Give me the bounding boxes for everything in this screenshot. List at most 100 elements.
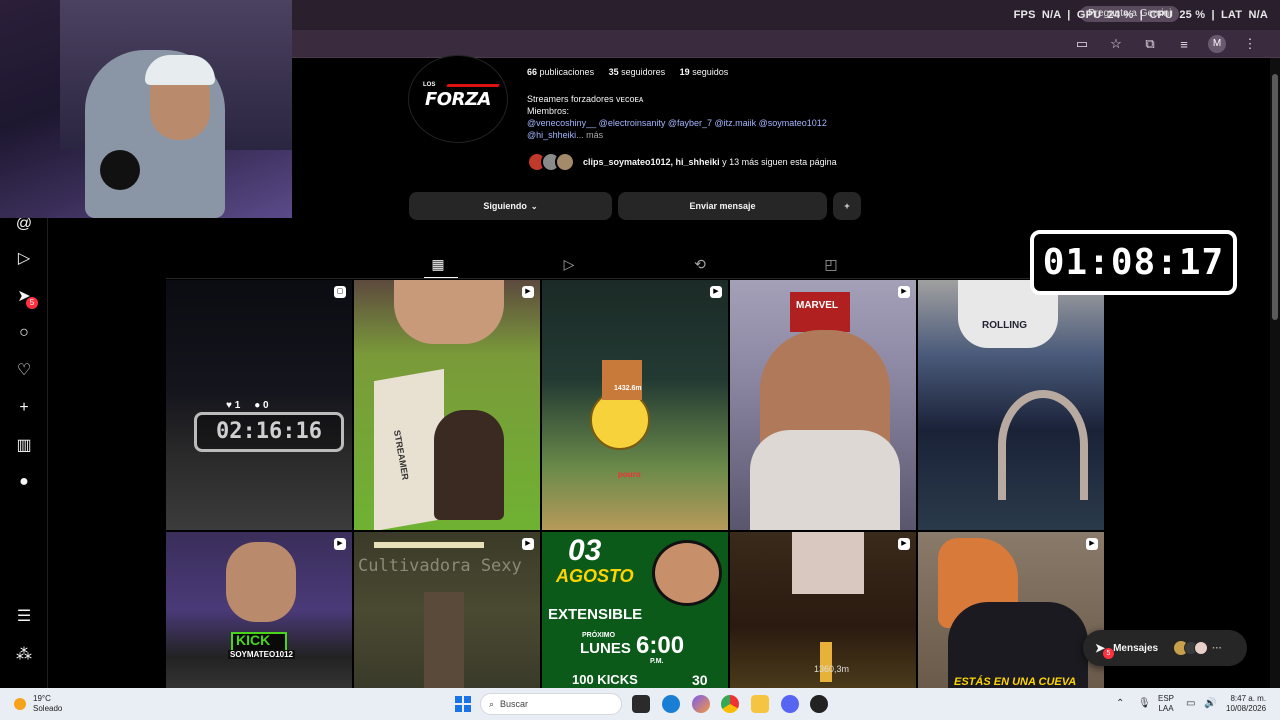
messages-badge: 5 — [26, 297, 38, 309]
post-label: ROLLING — [982, 320, 1027, 331]
tab-reels-icon[interactable]: ▷ — [559, 254, 579, 274]
windows-start-icon[interactable] — [455, 696, 471, 712]
reels-icon[interactable]: ▷ — [12, 246, 36, 270]
extensions-icon[interactable]: ⧉ — [1140, 34, 1160, 54]
menu-kebab-icon[interactable]: ⋮ — [1240, 34, 1260, 54]
posts-stat: 66 publicaciones — [527, 67, 595, 77]
edge-browser-icon[interactable] — [662, 695, 680, 713]
followed-by-names: clips_soymateo1012, hi_shheiki — [583, 157, 720, 167]
post-label-bottom: SOYMATEO1012 — [228, 650, 295, 659]
bio-more-link[interactable]: ... más — [576, 130, 603, 140]
create-plus-icon[interactable]: + — [12, 396, 36, 420]
reel-icon: ▶ — [1086, 538, 1098, 550]
task-view-icon[interactable] — [632, 695, 650, 713]
volume-icon[interactable]: 🔊 — [1204, 698, 1216, 709]
chevron-up-icon[interactable]: ⌃ — [1116, 698, 1124, 709]
bio-mentions-2[interactable]: @hi_shheiki — [527, 130, 576, 140]
weather-sun-icon[interactable] — [14, 698, 26, 710]
file-explorer-icon[interactable] — [751, 695, 769, 713]
lang-top: ESP — [1158, 694, 1175, 703]
lat-label: LAT — [1221, 9, 1243, 21]
clock[interactable]: 8:47 a. m. 10/08/2026 — [1226, 694, 1266, 714]
profile-avatar-icon[interactable]: ● — [12, 470, 36, 494]
microphone-icon[interactable]: 🎙 — [1138, 698, 1151, 709]
messages-label: Mensajes — [1113, 642, 1159, 654]
reel-icon: ▶ — [898, 286, 910, 298]
cpu-value: 25 % — [1179, 9, 1206, 21]
bio-line-1: Streamers forzadores ᴠᴇᴄᴏᴇᴀ — [527, 94, 644, 104]
post-tile[interactable]: MARVEL ▶ — [730, 280, 916, 530]
scrollbar-thumb[interactable] — [1272, 74, 1278, 320]
post-next-label: PRÓXIMO — [582, 632, 616, 639]
profile-stats: 66 publicaciones 35 seguidores 19 seguid… — [527, 67, 740, 77]
followed-by[interactable]: clips_soymateo1012, hi_shheiki y 13 más … — [527, 152, 837, 172]
add-person-button[interactable]: + — [833, 192, 861, 220]
followers-stat[interactable]: 35 seguidores — [609, 67, 666, 77]
app-icon[interactable] — [810, 695, 828, 713]
reading-list-icon[interactable]: ≡ — [1174, 34, 1194, 54]
reel-icon: ▶ — [334, 538, 346, 550]
chevron-down-icon: ⌄ — [530, 201, 538, 211]
gpu-value: 24 % — [1107, 9, 1134, 21]
posts-grid: ▢ ♥ 1 ● 0 02:16:16 STREAMER ▶ 1432.6m po… — [166, 280, 1104, 688]
notifications-heart-icon[interactable]: ♡ — [12, 358, 36, 382]
post-label: 1360,3m — [814, 664, 850, 674]
messages-pill-badge: 5 — [1103, 648, 1114, 659]
weather-widget[interactable]: 19°C Soleado — [33, 694, 62, 714]
following-stat[interactable]: 19 seguidos — [680, 67, 729, 77]
post-caption: ESTÁS EN UNA CUEVA — [954, 676, 1077, 688]
post-tile[interactable]: KICK SOYMATEO1012 ▶ — [166, 532, 352, 688]
bio-mentions-1[interactable]: @venecoshiny__ @electroinsanity @fayber_… — [527, 117, 867, 129]
following-button[interactable]: Siguiendo ⌄ — [409, 192, 612, 220]
post-tile[interactable]: 1432.6m pouro ▶ — [542, 280, 728, 530]
reel-icon: ▶ — [710, 286, 722, 298]
browser-profile-avatar[interactable]: M — [1208, 35, 1226, 53]
post-tile[interactable]: STREAMER ▶ — [354, 280, 540, 530]
cast-icon[interactable]: ▭ — [1072, 34, 1092, 54]
taskbar-search[interactable]: ⌕ Buscar — [480, 693, 622, 715]
post-distance: 1432.6m — [614, 385, 642, 392]
post-tile[interactable]: ROLLING — [918, 280, 1104, 530]
post-tile[interactable]: ESTÁS EN UNA CUEVA ▶ — [918, 532, 1104, 688]
post-kicks-label: 100 KICKS — [572, 672, 638, 687]
tab-posts-grid-icon[interactable]: ▦ — [428, 254, 448, 274]
instagram-sidebar: @ ▷ ➤ ○ ♡ + ▥ ● ☰ ⁂ — [0, 215, 48, 688]
chrome-icon[interactable] — [721, 695, 739, 713]
wifi-icon[interactable]: ▭ — [1186, 698, 1195, 709]
post-hover-stats: ♥ 1 ● 0 — [226, 400, 269, 411]
post-tile[interactable]: Cultivadora Sexy ▶ — [354, 532, 540, 688]
copilot-icon[interactable] — [692, 695, 710, 713]
logo-small-text: LOS — [423, 82, 436, 88]
post-tile[interactable]: 03 AGOSTO EXTENSIBLE PRÓXIMO LUNES 6:00 … — [542, 532, 728, 688]
reel-icon: ▶ — [898, 538, 910, 550]
post-brand: EXTENSIBLE — [548, 606, 643, 623]
also-from-meta-icon[interactable]: ⁂ — [12, 642, 36, 666]
post-number: 30 — [692, 672, 708, 688]
post-date-month: AGOSTO — [556, 566, 634, 586]
post-comments: 0 — [263, 400, 269, 411]
screen: Pregunta a Gemini FPS N/A | GPU 24 % | C… — [0, 0, 1280, 720]
discord-icon[interactable] — [781, 695, 799, 713]
tab-tagged-icon[interactable]: ◰ — [821, 254, 841, 274]
tabs-divider — [166, 278, 1104, 279]
post-label: pouro — [618, 470, 641, 479]
logo-main-text: FORZA — [425, 88, 491, 110]
language-indicator[interactable]: ESP LAA — [1158, 694, 1174, 714]
active-tab-indicator — [424, 277, 458, 278]
tab-reposts-icon[interactable]: ⟲ — [690, 254, 710, 274]
post-tile[interactable]: 1360,3m ▶ — [730, 532, 916, 688]
search-icon: ⌕ — [489, 698, 495, 709]
more-menu-icon[interactable]: ☰ — [12, 604, 36, 628]
send-message-button[interactable]: Enviar mensaje — [618, 192, 827, 220]
weather-condition: Soleado — [33, 704, 63, 713]
search-icon[interactable]: ○ — [12, 321, 36, 345]
add-person-icon: + — [844, 201, 850, 211]
post-likes: 1 — [234, 400, 241, 411]
post-label-top: KICK — [236, 632, 271, 648]
profile-picture[interactable]: LOS FORZA — [408, 55, 508, 143]
message-avatar — [1194, 641, 1209, 655]
dashboard-icon[interactable]: ▥ — [12, 433, 36, 457]
bookmark-star-icon[interactable]: ☆ — [1106, 34, 1126, 54]
clock-time: 8:47 a. m. — [1230, 694, 1267, 703]
post-tile[interactable]: ▢ ♥ 1 ● 0 02:16:16 — [166, 280, 352, 530]
